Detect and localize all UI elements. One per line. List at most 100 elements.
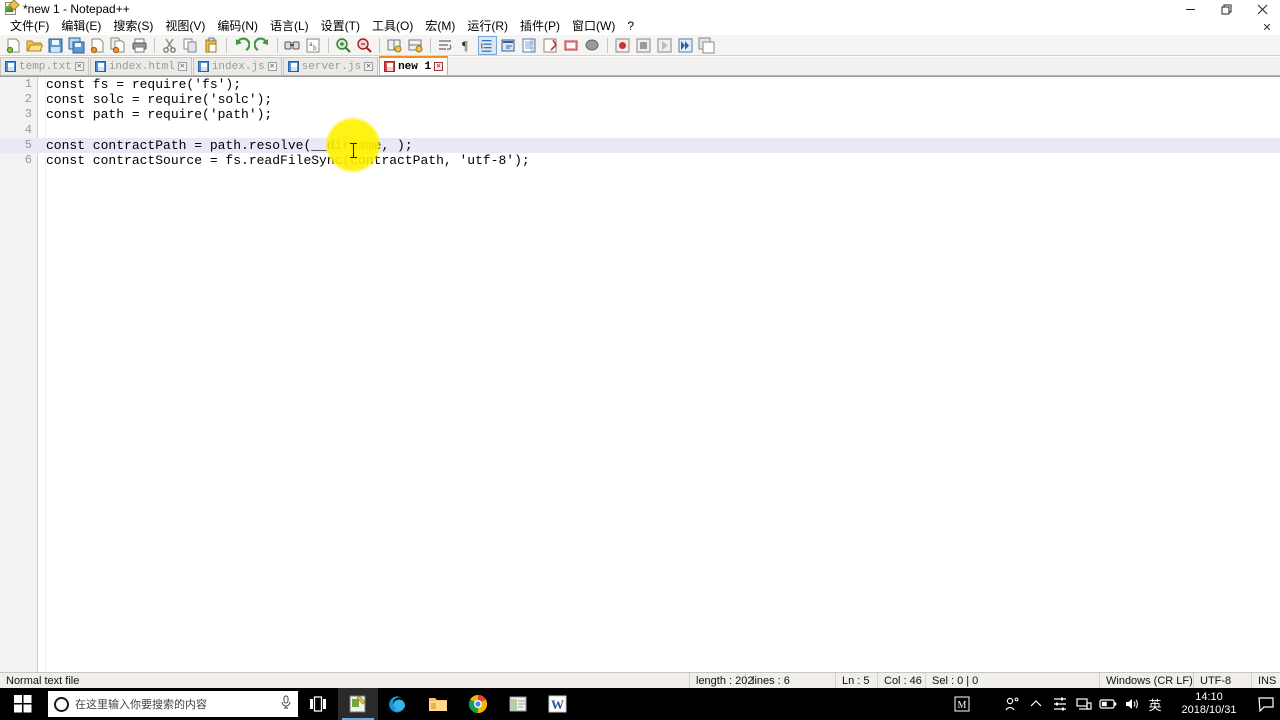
undo-icon[interactable]	[232, 36, 251, 55]
window-controls	[1172, 0, 1280, 18]
close-file-icon[interactable]	[88, 36, 107, 55]
menu-macro[interactable]: 宏(M)	[419, 18, 461, 35]
close-button[interactable]	[1244, 0, 1280, 18]
indent-guide-icon[interactable]	[478, 35, 497, 55]
code-line[interactable]: 6 const contractSource = fs.readFileSync…	[0, 153, 1280, 168]
macro-run-multiple-icon[interactable]	[676, 36, 695, 55]
menu-file[interactable]: 文件(F)	[4, 18, 55, 35]
taskbar-app-window[interactable]	[498, 688, 538, 720]
menu-search[interactable]: 搜索(S)	[107, 18, 159, 35]
ime-tool-icon[interactable]	[1048, 688, 1072, 720]
menu-help[interactable]: ?	[621, 18, 640, 35]
code-line[interactable]: 3 const path = require('path');	[0, 107, 1280, 122]
code-line[interactable]: 1 const fs = require('fs');	[0, 77, 1280, 92]
replace-icon[interactable]: a b	[304, 36, 323, 55]
sync-vertical-scroll-icon[interactable]	[385, 36, 404, 55]
m-icon[interactable]: M	[950, 688, 974, 720]
battery-icon[interactable]	[1096, 688, 1120, 720]
save-all-icon[interactable]	[67, 36, 86, 55]
tab-index-html[interactable]: index.html ✕	[89, 57, 192, 75]
notepad-plus-plus-window: *new 1 - Notepad++ 文件(F) 编辑(E) 搜索(S) 视图(…	[0, 0, 1280, 720]
menu-tools[interactable]: 工具(O)	[366, 18, 419, 35]
toolbar-separator	[430, 37, 431, 53]
code-line-current[interactable]: 5 const contractPath = path.resolve(__di…	[0, 137, 1280, 153]
taskbar-app-file-explorer[interactable]	[418, 688, 458, 720]
taskbar-app-word[interactable]: W	[538, 688, 578, 720]
menu-run[interactable]: 运行(R)	[461, 18, 514, 35]
zoom-in-icon[interactable]	[334, 36, 353, 55]
macro-save-icon[interactable]	[697, 36, 716, 55]
chevron-up-icon[interactable]	[1024, 688, 1048, 720]
menu-language[interactable]: 语言(L)	[264, 18, 315, 35]
tab-close-icon[interactable]: ✕	[434, 62, 444, 71]
menu-window[interactable]: 窗口(W)	[566, 18, 621, 35]
tab-close-icon[interactable]: ✕	[267, 62, 277, 71]
ime-language-indicator[interactable]: 英	[1144, 688, 1166, 720]
microphone-icon[interactable]	[280, 695, 292, 714]
cortana-icon	[54, 696, 69, 712]
close-all-icon[interactable]	[109, 36, 128, 55]
volume-icon[interactable]	[1120, 688, 1144, 720]
sync-horizontal-scroll-icon[interactable]	[406, 36, 425, 55]
user-defined-dialog-icon[interactable]	[499, 36, 518, 55]
svg-text:¶: ¶	[462, 38, 468, 53]
word-wrap-icon[interactable]	[436, 36, 455, 55]
minimize-button[interactable]	[1172, 0, 1208, 18]
find-icon[interactable]	[283, 36, 302, 55]
tab-close-icon[interactable]: ✕	[364, 62, 374, 71]
macro-stop-icon[interactable]	[634, 36, 653, 55]
menu-plugins[interactable]: 插件(P)	[514, 18, 566, 35]
tab-close-icon[interactable]: ✕	[177, 62, 187, 71]
menu-encoding[interactable]: 编码(N)	[211, 18, 264, 35]
code-text-area[interactable]: 1 const fs = require('fs'); 2 const solc…	[0, 77, 1280, 672]
redo-icon[interactable]	[253, 36, 272, 55]
clock[interactable]: 14:10 2018/10/31	[1166, 688, 1252, 720]
monitoring-icon[interactable]	[583, 36, 602, 55]
menu-settings[interactable]: 设置(T)	[315, 18, 366, 35]
code-line[interactable]: 2 const solc = require('solc');	[0, 92, 1280, 107]
copy-icon[interactable]	[181, 36, 200, 55]
new-file-icon[interactable]	[4, 36, 23, 55]
taskbar-app-edge[interactable]	[378, 688, 418, 720]
svg-text:b: b	[313, 45, 317, 52]
open-file-icon[interactable]	[25, 36, 44, 55]
notepad-plus-plus-icon	[4, 0, 20, 16]
line-text: const contractPath = path.resolve(__dirn…	[46, 137, 413, 153]
cut-icon[interactable]	[160, 36, 179, 55]
network-icon[interactable]	[1072, 688, 1096, 720]
tab-label: temp.txt	[19, 60, 72, 73]
restore-button[interactable]	[1208, 0, 1244, 18]
tab-server-js[interactable]: server.js ✕	[282, 57, 379, 75]
print-icon[interactable]	[130, 36, 149, 55]
macro-record-icon[interactable]	[613, 36, 632, 55]
tab-index-js[interactable]: index.js ✕	[192, 57, 282, 75]
paste-icon[interactable]	[202, 36, 221, 55]
document-map-icon[interactable]	[520, 36, 539, 55]
folder-as-workspace-icon[interactable]	[562, 36, 581, 55]
title-bar: *new 1 - Notepad++	[0, 0, 1280, 18]
menu-view[interactable]: 视图(V)	[159, 18, 211, 35]
status-length: length : 202	[690, 672, 754, 689]
tab-close-icon[interactable]: ✕	[74, 62, 84, 71]
macro-playback-icon[interactable]	[655, 36, 674, 55]
tab-temp-txt[interactable]: temp.txt ✕	[0, 57, 89, 75]
start-button[interactable]	[0, 688, 46, 720]
line-text: const contractSource = fs.readFileSync(c…	[46, 152, 530, 168]
document-close-icon[interactable]: ✕	[1260, 20, 1274, 34]
status-sel: Sel : 0 | 0	[926, 672, 1100, 689]
code-editor[interactable]: 1 const fs = require('fs'); 2 const solc…	[0, 76, 1280, 672]
zoom-out-icon[interactable]	[355, 36, 374, 55]
notification-icon[interactable]	[1252, 688, 1280, 720]
show-all-characters-icon[interactable]: ¶	[457, 36, 476, 55]
taskbar-app-chrome[interactable]	[458, 688, 498, 720]
task-view-icon[interactable]	[298, 688, 338, 720]
code-line[interactable]: 4	[0, 123, 1280, 138]
taskbar-app-notepad-plus-plus[interactable]	[338, 688, 378, 720]
save-icon[interactable]	[46, 36, 65, 55]
people-icon[interactable]	[1000, 688, 1024, 720]
menu-edit[interactable]: 编辑(E)	[55, 18, 107, 35]
function-list-icon[interactable]	[541, 36, 560, 55]
tab-label: index.js	[211, 60, 265, 73]
tab-new-1[interactable]: new 1 ✕	[379, 56, 449, 75]
search-input[interactable]: 在这里输入你要搜索的内容	[48, 691, 298, 717]
